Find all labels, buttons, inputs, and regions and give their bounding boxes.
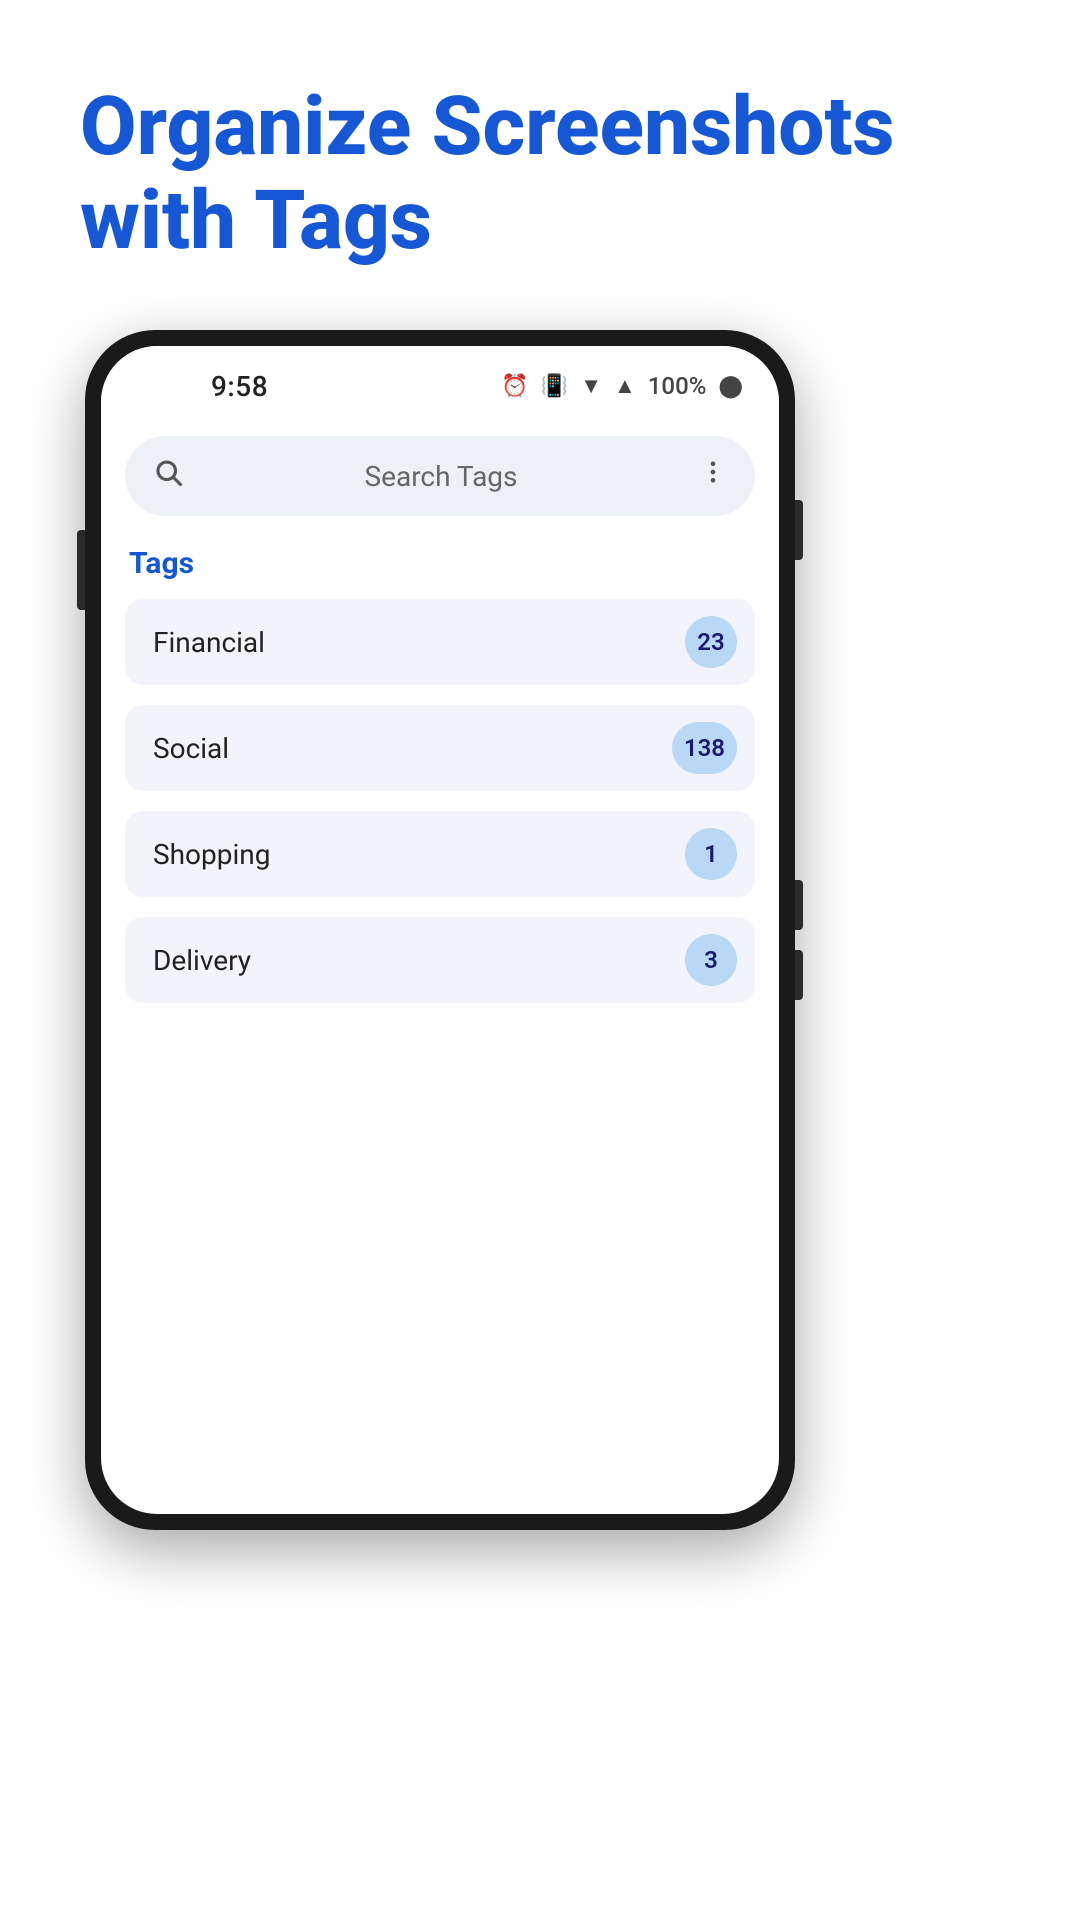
phone-screen: 9:58 ⏰ 📳 ▼ ▲ 100% ⬤ [101, 346, 779, 1514]
side-button-3 [795, 950, 803, 1000]
tag-name: Shopping [153, 838, 270, 871]
volume-button [77, 530, 85, 610]
app-content: Search Tags Tags Financial 23 Social 138 Sho… [101, 436, 779, 1003]
search-placeholder: Search Tags [199, 460, 683, 493]
tags-label: Tags [125, 546, 755, 581]
search-bar[interactable]: Search Tags [125, 436, 755, 516]
search-icon [153, 457, 183, 495]
battery-icon: ⬤ [718, 374, 743, 399]
tag-count-badge: 138 [672, 722, 737, 774]
tag-item[interactable]: Delivery 3 [125, 917, 755, 1003]
page-wrapper: Organize Screenshots with Tags 9:58 ⏰ 📳 [0, 0, 1080, 1920]
tag-name: Delivery [153, 944, 251, 977]
signal-icon: ▲ [614, 373, 636, 399]
headline-text: Organize Screenshots with Tags [80, 80, 1000, 269]
power-button [795, 500, 803, 560]
tag-item[interactable]: Shopping 1 [125, 811, 755, 897]
vibrate-icon: 📳 [541, 374, 568, 399]
more-options-icon[interactable] [699, 458, 727, 494]
tag-count-badge: 23 [685, 616, 737, 668]
status-icons: ⏰ 📳 ▼ ▲ 100% ⬤ [501, 372, 743, 400]
tags-section: Tags Financial 23 Social 138 Shopping 1 Delive… [125, 536, 755, 1003]
tag-name: Financial [153, 626, 265, 659]
wifi-icon: ▼ [580, 373, 602, 399]
alarm-icon: ⏰ [501, 374, 528, 399]
phone-frame: 9:58 ⏰ 📳 ▼ ▲ 100% ⬤ [85, 330, 795, 1530]
side-button-2 [795, 880, 803, 930]
tag-name: Social [153, 732, 229, 765]
status-bar: 9:58 ⏰ 📳 ▼ ▲ 100% ⬤ [101, 346, 779, 426]
tag-count-badge: 3 [685, 934, 737, 986]
headline-section: Organize Screenshots with Tags [80, 80, 1000, 269]
tags-list: Financial 23 Social 138 Shopping 1 Delivery 3 [125, 599, 755, 1003]
tag-count-badge: 1 [685, 828, 737, 880]
status-time: 9:58 [211, 370, 268, 403]
battery-percentage: 100% [648, 372, 707, 400]
tag-item[interactable]: Financial 23 [125, 599, 755, 685]
tag-item[interactable]: Social 138 [125, 705, 755, 791]
